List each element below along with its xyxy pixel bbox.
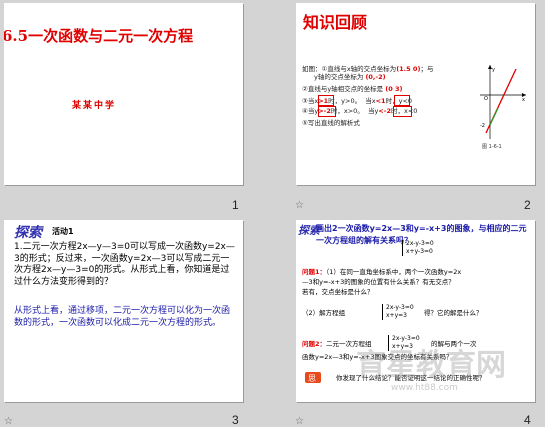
answer-box <box>394 95 410 106</box>
function-graph: O -2 x y <box>480 65 526 139</box>
slide-title: 知识回顾 <box>303 13 368 32</box>
answer-box <box>318 95 334 106</box>
paragraph-question: 1.二元一次方程2x—y—3=0可以写成一次函数y=2x—3的形式；反过来，一次… <box>14 242 235 287</box>
answer-box <box>318 106 336 117</box>
thinking-icon: 思 <box>305 372 321 383</box>
svg-text:y: y <box>492 67 495 73</box>
paragraph-answer: 从形式上看，通过移项，二元一次方程可以化为一次函数的形式，一次函数可以化成二元一… <box>14 306 231 328</box>
transition-star-icon[interactable]: ☆ <box>295 416 304 427</box>
question-1-line-3: 若有，交点坐标是什么？ <box>302 288 374 296</box>
question-1-line-1: 问题1：（1）在同一直角坐标系中，两个一次函数y=2x <box>302 268 462 276</box>
svg-text:-2: -2 <box>480 123 485 129</box>
watermark-logo: 育星教育网 <box>356 348 506 383</box>
explore-tag: 探索 <box>14 225 42 241</box>
question-2-label: （2）解方程组 <box>302 309 346 317</box>
equation-system: 2x-y-3=0 x+y-3=0 <box>402 240 434 256</box>
svg-text:O: O <box>484 96 488 102</box>
svg-text:x: x <box>522 97 525 103</box>
slide-number: 2 <box>524 198 531 212</box>
slide-title: 6.5一次函数与二元一次方程 <box>4 27 194 45</box>
review-line-2: y轴的交点坐标为 (0,-2) <box>314 73 386 81</box>
transition-star-icon[interactable]: ☆ <box>295 200 304 211</box>
slide-1-thumbnail[interactable]: 6.5一次函数与二元一次方程 某某中学 <box>4 3 243 185</box>
slide-2-thumbnail[interactable]: 知识回顾 如图：①直线与x轴的交点坐标为(1.5 0)；与 y轴的交点坐标为 (… <box>296 3 535 185</box>
review-line-3: ②直线与y轴相交点的坐标是 (0 3) <box>302 85 403 93</box>
question-2-tail: 得？它的解是什么？ <box>424 309 483 317</box>
svg-text:思: 思 <box>308 374 316 383</box>
school-name: 某某中学 <box>72 101 117 111</box>
review-line-1: 如图：①直线与x轴的交点坐标为(1.5 0)；与 <box>302 65 434 73</box>
slide-number: 1 <box>232 198 239 212</box>
transition-star-icon[interactable]: ☆ <box>4 416 13 427</box>
slide-4-thumbnail[interactable]: 探索 画出2一次函数y=2x—3和y=-x+3的图象，与相应的二元一次方程组的解… <box>296 220 535 402</box>
question-1-line-2: —3和y=-x+3的图象的位置有什么关系？有无交点？ <box>302 278 455 286</box>
review-line-6: ⑤写出直线的解析式 <box>302 119 360 127</box>
slide-3-thumbnail[interactable]: 探索 活动1 1.二元一次方程2x—y—3=0可以写成一次函数y=2x—3的形式… <box>4 220 243 402</box>
watermark-url: www.ht88.com <box>391 383 458 393</box>
answer-box <box>393 106 412 117</box>
figure-caption: 图 1-6-1 <box>482 144 502 150</box>
equation-system: 2x-y-3=0 x+y=3 <box>382 304 414 320</box>
activity-label: 活动1 <box>52 227 74 236</box>
